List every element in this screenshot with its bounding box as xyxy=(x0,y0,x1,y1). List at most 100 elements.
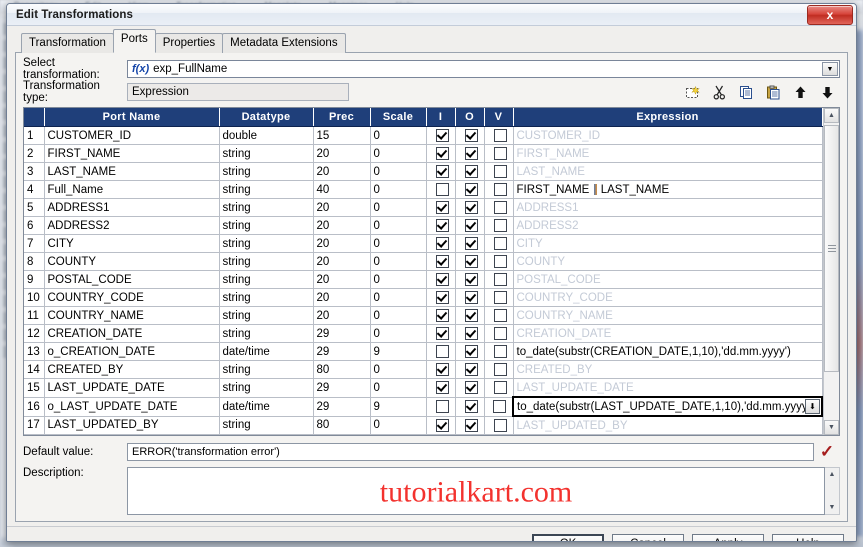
variable-checkbox[interactable] xyxy=(484,270,514,289)
port-name-cell[interactable]: POSTAL_CODE xyxy=(44,270,220,289)
checkbox-checked-icon[interactable] xyxy=(435,255,449,268)
row-number[interactable]: 1 xyxy=(24,126,45,145)
column-header-port-name[interactable]: Port Name xyxy=(44,108,220,127)
row-number[interactable]: 13 xyxy=(24,342,45,361)
column-header-variable[interactable]: V xyxy=(484,108,514,127)
checkbox-checked-icon[interactable] xyxy=(464,400,478,413)
variable-checkbox[interactable] xyxy=(484,306,514,325)
expression-cell[interactable]: to_date(substr(LAST_UPDATE_DATE,1,10),'d… xyxy=(512,396,823,417)
checkbox-checked-icon[interactable] xyxy=(435,381,449,395)
port-name-cell[interactable]: COUNTY xyxy=(44,252,220,271)
port-name-cell[interactable]: CITY xyxy=(44,234,220,253)
input-checkbox[interactable] xyxy=(426,198,456,217)
datatype-cell[interactable]: string xyxy=(219,180,314,199)
scrollbar-track[interactable] xyxy=(824,123,839,420)
input-checkbox[interactable] xyxy=(426,144,456,163)
open-expression-editor-icon[interactable]: ⬇ xyxy=(805,399,820,414)
row-number[interactable]: 6 xyxy=(24,216,45,235)
table-row[interactable]: 17 LAST_UPDATED_BY string 80 0 LAST_UPDATED_B… xyxy=(24,416,823,435)
description-scroll-up-icon[interactable]: ▲ xyxy=(825,468,839,481)
output-checkbox[interactable] xyxy=(455,126,485,145)
row-number[interactable]: 7 xyxy=(24,234,45,253)
expression-cell[interactable]: ADDRESS2 xyxy=(513,216,823,235)
row-number[interactable]: 16 xyxy=(24,397,45,417)
scale-cell[interactable]: 0 xyxy=(370,306,427,325)
variable-checkbox[interactable] xyxy=(484,324,514,343)
variable-checkbox[interactable] xyxy=(484,198,514,217)
checkbox-unchecked-icon[interactable] xyxy=(493,291,507,304)
table-row[interactable]: 16 o_LAST_UPDATE_DATE date/time 29 9 to_date(… xyxy=(24,396,823,417)
input-checkbox[interactable] xyxy=(426,270,456,289)
input-checkbox[interactable] xyxy=(426,416,456,435)
datatype-cell[interactable]: string xyxy=(219,234,314,253)
checkbox-unchecked-icon[interactable] xyxy=(493,327,507,340)
precision-cell[interactable]: 15 xyxy=(313,126,371,145)
output-checkbox[interactable] xyxy=(455,180,485,199)
checkbox-unchecked-icon[interactable] xyxy=(493,255,507,268)
checkbox-unchecked-icon[interactable] xyxy=(493,273,507,286)
scale-cell[interactable]: 0 xyxy=(370,360,427,379)
port-name-cell[interactable]: COUNTRY_NAME xyxy=(44,306,220,325)
validate-check-icon[interactable]: ✓ xyxy=(814,443,840,460)
table-row[interactable]: 1 CUSTOMER_ID double 15 0 CUSTOMER_ID xyxy=(24,126,823,145)
scroll-up-icon[interactable]: ▲ xyxy=(824,108,839,123)
checkbox-unchecked-icon[interactable] xyxy=(493,147,507,160)
port-name-cell[interactable]: ADDRESS1 xyxy=(44,198,220,217)
expression-cell[interactable]: COUNTY xyxy=(513,252,823,271)
precision-cell[interactable]: 29 xyxy=(313,378,371,398)
description-textarea[interactable]: tutorialkart.com xyxy=(127,467,825,515)
expression-cell[interactable]: LAST_NAME xyxy=(513,162,823,181)
expression-cell[interactable]: FIRST_NAME xyxy=(513,144,823,163)
datatype-cell[interactable]: date/time xyxy=(219,342,314,361)
row-number[interactable]: 10 xyxy=(24,288,45,307)
checkbox-checked-icon[interactable] xyxy=(435,201,449,214)
table-row[interactable]: 6 ADDRESS2 string 20 0 ADDRESS2 xyxy=(24,216,823,235)
input-checkbox[interactable] xyxy=(426,288,456,307)
column-header-prec[interactable]: Prec xyxy=(313,108,371,127)
expression-cell[interactable]: CREATED_BY xyxy=(513,360,823,379)
tab-ports[interactable]: Ports xyxy=(112,29,156,53)
table-row[interactable]: 15 LAST_UPDATE_DATE string 29 0 LAST_UPDATE_D… xyxy=(24,378,823,398)
port-name-cell[interactable]: COUNTRY_CODE xyxy=(44,288,220,307)
table-row[interactable]: 3 LAST_NAME string 20 0 LAST_NAME xyxy=(24,162,823,181)
input-checkbox[interactable] xyxy=(426,378,456,398)
checkbox-unchecked-icon[interactable] xyxy=(493,237,507,250)
datatype-cell[interactable]: string xyxy=(219,288,314,307)
row-number[interactable]: 15 xyxy=(24,378,45,398)
port-name-cell[interactable]: o_CREATION_DATE xyxy=(44,342,220,361)
precision-cell[interactable]: 20 xyxy=(313,216,371,235)
tab-metadata-extensions[interactable]: Metadata Extensions xyxy=(222,33,346,53)
scale-cell[interactable]: 0 xyxy=(370,416,427,435)
checkbox-checked-icon[interactable] xyxy=(464,183,478,196)
paste-icon[interactable] xyxy=(765,84,782,101)
checkbox-checked-icon[interactable] xyxy=(435,327,449,340)
precision-cell[interactable]: 40 xyxy=(313,180,371,199)
checkbox-checked-icon[interactable] xyxy=(435,219,449,232)
port-name-cell[interactable]: FIRST_NAME xyxy=(44,144,220,163)
apply-button[interactable]: Apply xyxy=(692,533,764,541)
datatype-cell[interactable]: string xyxy=(219,270,314,289)
checkbox-unchecked-icon[interactable] xyxy=(493,183,507,196)
input-checkbox[interactable] xyxy=(426,360,456,379)
precision-cell[interactable]: 20 xyxy=(313,162,371,181)
precision-cell[interactable]: 20 xyxy=(313,288,371,307)
checkbox-checked-icon[interactable] xyxy=(435,129,449,142)
table-row[interactable]: 5 ADDRESS1 string 20 0 ADDRESS1 xyxy=(24,198,823,217)
checkbox-checked-icon[interactable] xyxy=(464,129,478,142)
column-header-input[interactable]: I xyxy=(426,108,456,127)
table-row[interactable]: 8 COUNTY string 20 0 COUNTY xyxy=(24,252,823,271)
scroll-down-icon[interactable]: ▼ xyxy=(824,420,839,435)
expression-cell[interactable]: POSTAL_CODE xyxy=(513,270,823,289)
row-number[interactable]: 3 xyxy=(24,162,45,181)
column-header-expression[interactable]: Expression xyxy=(513,108,823,127)
input-checkbox[interactable] xyxy=(426,162,456,181)
port-name-cell[interactable]: CREATION_DATE xyxy=(44,324,220,343)
expression-cell[interactable]: CREATION_DATE xyxy=(513,324,823,343)
scale-cell[interactable]: 0 xyxy=(370,180,427,199)
tab-transformation[interactable]: Transformation xyxy=(21,33,114,53)
output-checkbox[interactable] xyxy=(455,416,485,435)
cut-icon[interactable] xyxy=(711,84,728,101)
row-number[interactable]: 14 xyxy=(24,360,45,379)
input-checkbox[interactable] xyxy=(426,180,456,199)
table-row[interactable]: 12 CREATION_DATE string 29 0 CREATION_DATE xyxy=(24,324,823,343)
